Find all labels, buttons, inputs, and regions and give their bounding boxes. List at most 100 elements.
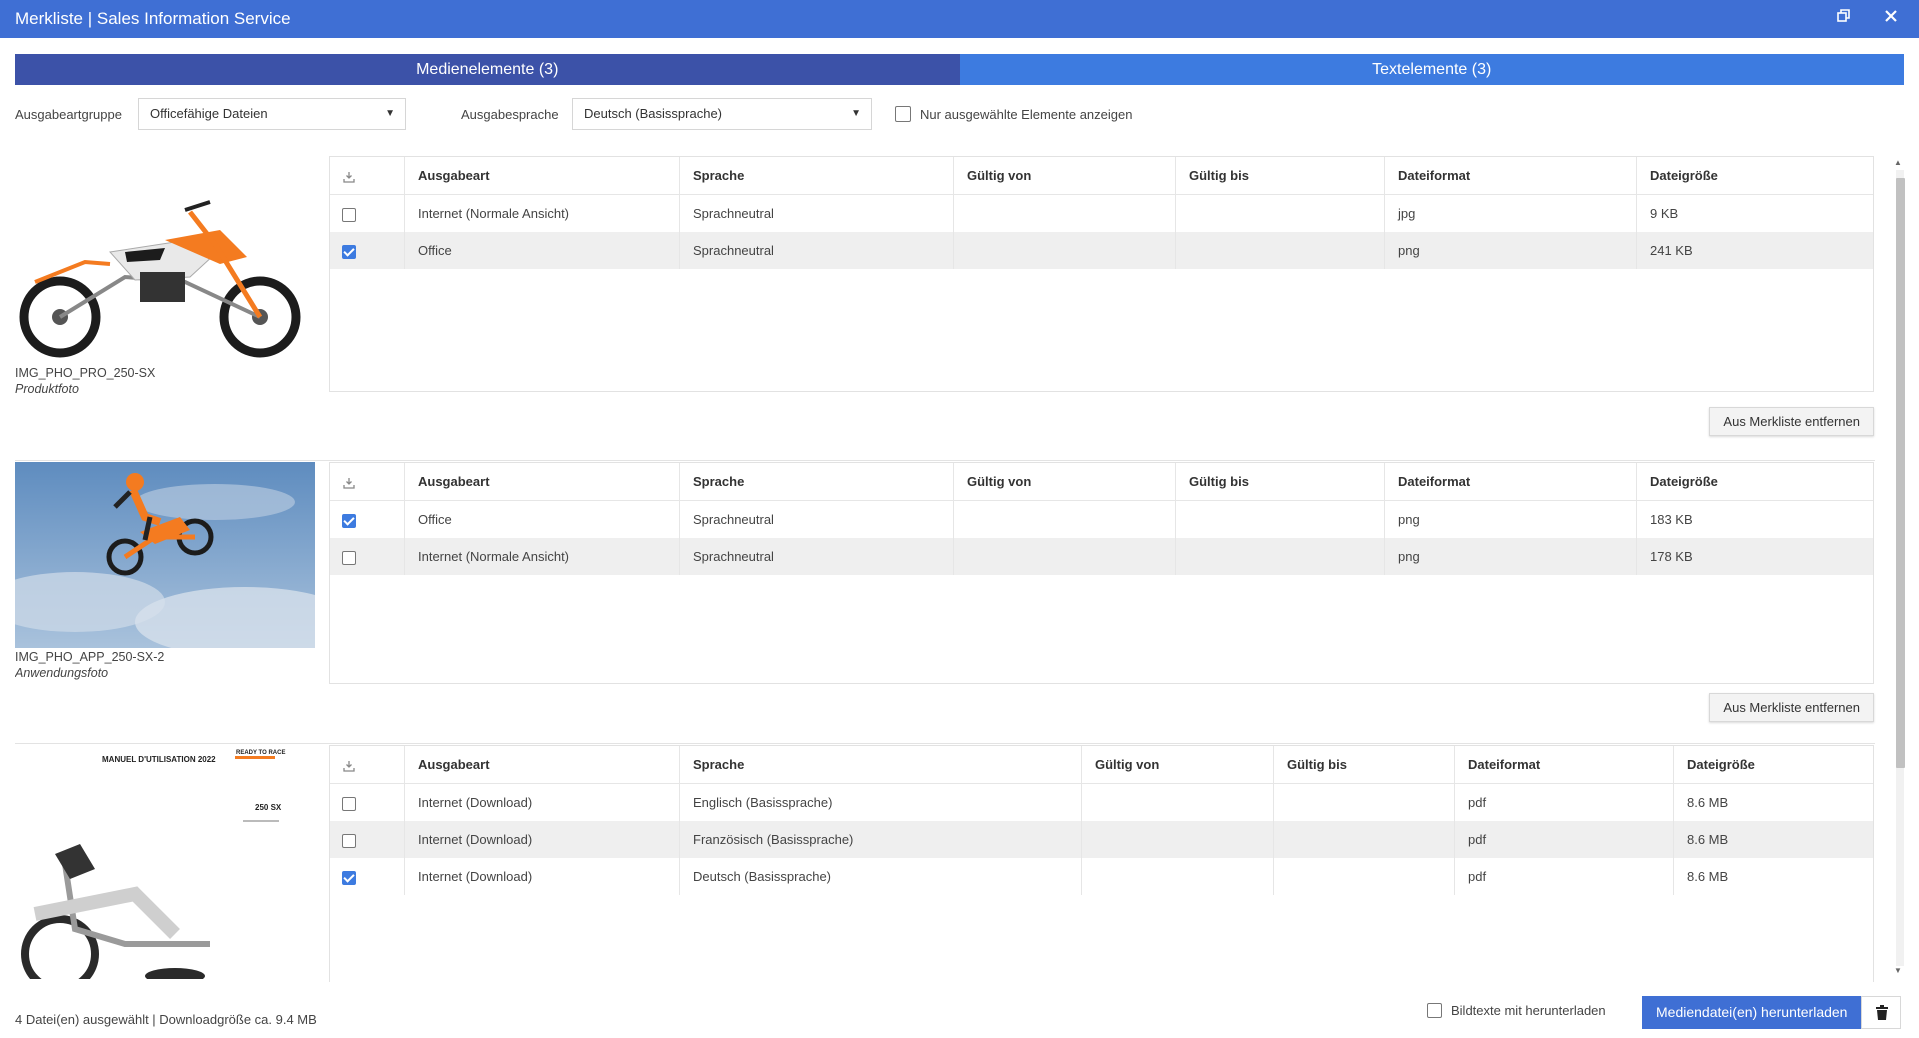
table-row[interactable]: Office Sprachneutral png 241 KB xyxy=(330,232,1873,269)
remove-from-list-button[interactable]: Aus Merkliste entfernen xyxy=(1709,407,1874,436)
download-icon xyxy=(343,760,355,772)
column-header[interactable]: Dateigröße xyxy=(1636,157,1873,194)
trash-icon xyxy=(1876,1005,1888,1020)
table-row[interactable]: Internet (Normale Ansicht) Sprachneutral… xyxy=(330,195,1873,232)
row-select-checkbox[interactable] xyxy=(342,550,356,565)
scrollbar-thumb[interactable] xyxy=(1896,178,1905,768)
filter-bar: Ausgabeartgruppe Officefähige Dateien ▼ … xyxy=(15,98,1904,132)
table-header-row: Ausgabeart Sprache Gültig von Gültig bis… xyxy=(330,157,1873,195)
column-header[interactable]: Ausgabeart xyxy=(404,157,679,194)
column-header[interactable]: Gültig von xyxy=(1081,746,1273,783)
output-types-table: Ausgabeart Sprache Gültig von Gültig bis… xyxy=(329,156,1874,392)
cell-language: Französisch (Basissprache) xyxy=(679,821,1081,858)
output-group-label: Ausgabeartgruppe xyxy=(15,107,122,122)
cell-file-size: 8.6 MB xyxy=(1673,858,1873,895)
manual-badge: READY TO RACE xyxy=(236,750,285,756)
output-group-select[interactable]: Officefähige Dateien ▼ xyxy=(138,98,406,130)
media-item: MANUEL D'UTILISATION 2022 READY TO RACE … xyxy=(15,744,1887,982)
cell-file-size: 241 KB xyxy=(1636,232,1873,269)
cell-output-type: Internet (Download) xyxy=(404,858,679,895)
media-item: IMG_PHO_APP_250-SX-2 Anwendungsfoto Ausg… xyxy=(15,461,1887,741)
column-header[interactable]: Sprache xyxy=(679,157,953,194)
column-header[interactable]: Gültig bis xyxy=(1175,157,1384,194)
cell-valid-to xyxy=(1273,821,1454,858)
column-header[interactable]: Dateiformat xyxy=(1384,463,1636,500)
cell-file-size: 178 KB xyxy=(1636,538,1873,575)
cell-file-format: png xyxy=(1384,538,1636,575)
only-selected-checkbox[interactable] xyxy=(895,106,911,122)
bildtexte-label[interactable]: Bildtexte mit herunterladen xyxy=(1451,1003,1606,1018)
close-icon[interactable] xyxy=(1880,8,1902,30)
table-row[interactable]: Internet (Normale Ansicht) Sprachneutral… xyxy=(330,538,1873,575)
media-item: IMG_PHO_PRO_250-SX Produktfoto Ausgabear… xyxy=(15,152,1887,436)
scroll-down-arrow-icon[interactable]: ▼ xyxy=(1894,966,1902,975)
tab-textelemente[interactable]: Textelemente (3) xyxy=(959,54,1904,85)
media-thumbnail[interactable]: IMG_PHO_APP_250-SX-2 Anwendungsfoto xyxy=(15,462,315,682)
column-header[interactable]: Gültig von xyxy=(953,463,1175,500)
delete-button[interactable] xyxy=(1861,996,1901,1029)
media-item-name: IMG_PHO_PRO_250-SX xyxy=(15,366,156,380)
column-header[interactable]: Ausgabeart xyxy=(404,746,679,783)
column-header[interactable]: Ausgabeart xyxy=(404,463,679,500)
column-header[interactable]: Sprache xyxy=(679,746,1081,783)
tab-medienelemente[interactable]: Medienelemente (3) xyxy=(15,54,960,85)
column-header[interactable]: Dateiformat xyxy=(1384,157,1636,194)
cell-valid-to xyxy=(1175,232,1384,269)
cell-valid-from xyxy=(1081,858,1273,895)
cell-language: Sprachneutral xyxy=(679,501,953,538)
column-header[interactable]: Gültig bis xyxy=(1175,463,1384,500)
selection-summary: 4 Datei(en) ausgewählt | Downloadgröße c… xyxy=(15,1012,317,1027)
table-row[interactable]: Internet (Download) Französisch (Basissp… xyxy=(330,821,1873,858)
column-header[interactable]: Dateigröße xyxy=(1636,463,1873,500)
media-text-tabs: Medienelemente (3) Textelemente (3) xyxy=(15,54,1904,85)
table-row[interactable]: Internet (Download) Englisch (Basissprac… xyxy=(330,784,1873,821)
row-select-checkbox[interactable] xyxy=(342,513,356,528)
row-select-checkbox[interactable] xyxy=(342,870,356,885)
column-header[interactable]: Sprache xyxy=(679,463,953,500)
cell-file-format: png xyxy=(1384,232,1636,269)
media-item-name: IMG_PHO_APP_250-SX-2 xyxy=(15,650,165,664)
download-media-button[interactable]: Mediendatei(en) herunterladen xyxy=(1642,996,1862,1029)
manual-model: 250 SX xyxy=(255,803,282,812)
table-row[interactable]: Internet (Download) Deutsch (Basissprach… xyxy=(330,858,1873,895)
column-header[interactable]: Dateigröße xyxy=(1673,746,1873,783)
output-types-table: Ausgabeart Sprache Gültig von Gültig bis… xyxy=(329,745,1874,982)
chevron-down-icon: ▼ xyxy=(851,108,861,119)
row-select-checkbox[interactable] xyxy=(342,796,356,811)
column-header[interactable]: Gültig bis xyxy=(1273,746,1454,783)
row-select-checkbox[interactable] xyxy=(342,833,356,848)
output-language-label: Ausgabesprache xyxy=(461,107,559,122)
download-icon xyxy=(343,171,355,183)
cell-file-size: 8.6 MB xyxy=(1673,784,1873,821)
media-item-type: Produktfoto xyxy=(15,382,79,396)
media-thumbnail[interactable]: MANUEL D'UTILISATION 2022 READY TO RACE … xyxy=(15,744,315,982)
scroll-up-arrow-icon[interactable]: ▲ xyxy=(1894,158,1902,167)
content-scrollbar[interactable]: ▲ ▼ xyxy=(1893,158,1905,978)
cell-file-size: 8.6 MB xyxy=(1673,821,1873,858)
row-select-checkbox[interactable] xyxy=(342,244,356,259)
owner-manual-cover-image: MANUEL D'UTILISATION 2022 READY TO RACE … xyxy=(15,744,315,982)
footer-bar: 4 Datei(en) ausgewählt | Downloadgröße c… xyxy=(15,996,1904,1030)
cell-valid-to xyxy=(1273,858,1454,895)
bildtexte-checkbox[interactable] xyxy=(1427,1003,1442,1018)
window-title: Merkliste | Sales Information Service xyxy=(15,9,291,28)
cell-valid-to xyxy=(1175,538,1384,575)
restore-window-icon[interactable] xyxy=(1833,8,1855,30)
media-thumbnail[interactable]: IMG_PHO_PRO_250-SX Produktfoto xyxy=(15,182,315,432)
only-selected-label[interactable]: Nur ausgewählte Elemente anzeigen xyxy=(920,107,1132,122)
table-header-row: Ausgabeart Sprache Gültig von Gültig bis… xyxy=(330,463,1873,501)
cell-valid-from xyxy=(953,538,1175,575)
row-select-checkbox[interactable] xyxy=(342,207,356,222)
cell-output-type: Office xyxy=(404,501,679,538)
remove-from-list-button[interactable]: Aus Merkliste entfernen xyxy=(1709,693,1874,722)
cell-output-type: Internet (Download) xyxy=(404,821,679,858)
manual-title: MANUEL D'UTILISATION 2022 xyxy=(102,755,216,764)
column-header[interactable]: Dateiformat xyxy=(1454,746,1673,783)
table-row[interactable]: Office Sprachneutral png 183 KB xyxy=(330,501,1873,538)
cell-file-size: 9 KB xyxy=(1636,195,1873,232)
column-header[interactable]: Gültig von xyxy=(953,157,1175,194)
cell-valid-from xyxy=(953,232,1175,269)
cell-language: Sprachneutral xyxy=(679,538,953,575)
output-language-select[interactable]: Deutsch (Basissprache) ▼ xyxy=(572,98,872,130)
cell-output-type: Internet (Normale Ansicht) xyxy=(404,538,679,575)
